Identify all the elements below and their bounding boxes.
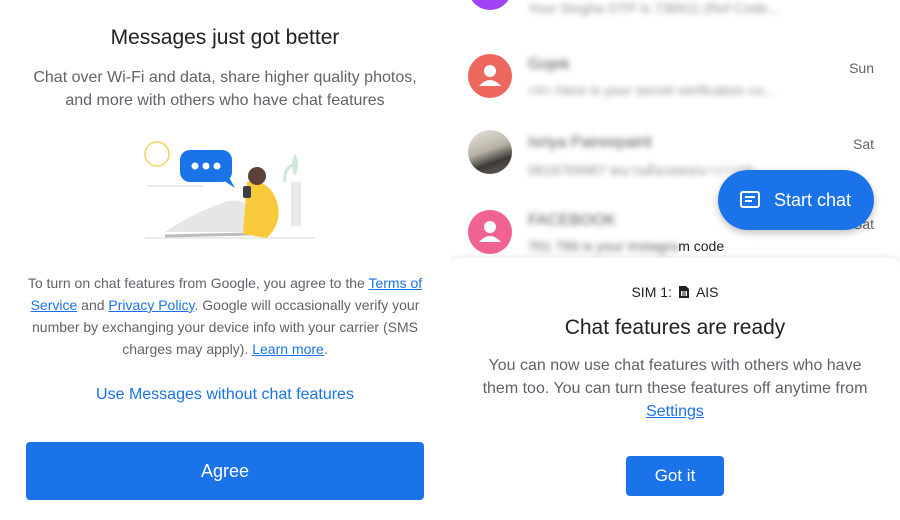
start-chat-label: Start chat xyxy=(774,189,852,210)
legal-text: To turn on chat features from Google, yo… xyxy=(27,275,423,357)
conversation-name: FACEBOOK xyxy=(528,212,617,229)
sim-card-icon xyxy=(678,286,689,298)
conversation-snippet: 701 799 is your Instagram code xyxy=(528,238,725,254)
chat-ready-sheet: SIM 1: AIS Chat features are ready You c… xyxy=(450,258,900,520)
chat-illustration xyxy=(144,141,315,239)
start-chat-button[interactable]: Start chat xyxy=(718,170,874,230)
person-icon xyxy=(479,65,501,86)
onboarding-subtitle: Chat over Wi-Fi and data, share higher q… xyxy=(33,69,417,109)
got-it-button[interactable]: Got it xyxy=(626,456,724,496)
conversation-time: Sun xyxy=(849,60,874,76)
sim-indicator: SIM 1: AIS xyxy=(450,284,900,300)
conversation-item[interactable]: Your Singha OTP is 738911 (Ref Code... xyxy=(450,0,900,28)
avatar xyxy=(468,210,512,254)
carrier-name: AIS xyxy=(695,284,719,300)
conversation-snippet: 0818769987 พนานต้องอดอนาวาว15: xyxy=(528,162,757,178)
conversation-name: Isriya Paireepairit xyxy=(528,134,652,151)
sim-label: SIM 1: xyxy=(631,284,672,300)
sheet-body: You can now use chat features with other… xyxy=(482,357,868,420)
agree-button[interactable]: Agree xyxy=(26,442,424,500)
conversation-name: Gojek xyxy=(528,56,570,73)
avatar xyxy=(468,0,512,10)
privacy-policy-link[interactable]: Privacy Policy xyxy=(108,297,194,313)
person-icon xyxy=(479,221,501,242)
onboarding-title: Messages just got better xyxy=(110,26,340,49)
conversation-time: Sat xyxy=(852,136,874,152)
messages-screen: Your Singha OTP is 738911 (Ref Code... G… xyxy=(450,0,900,520)
use-without-chat-button[interactable]: Use Messages without chat features xyxy=(0,386,450,404)
avatar xyxy=(468,54,512,98)
conversation-snippet: <#> Here is your secret verification co.… xyxy=(528,82,775,98)
settings-link[interactable]: Settings xyxy=(646,403,704,420)
sheet-title: Chat features are ready xyxy=(564,316,786,339)
avatar xyxy=(468,130,512,174)
conversation-item[interactable]: Gojek <#> Here is your secret verificati… xyxy=(450,42,900,116)
chat-features-onboarding: Messages just got better Chat over Wi-Fi… xyxy=(0,0,450,520)
conversation-snippet: Your Singha OTP is 738911 (Ref Code... xyxy=(528,0,780,16)
chat-icon xyxy=(740,191,760,208)
learn-more-link[interactable]: Learn more xyxy=(252,341,324,357)
